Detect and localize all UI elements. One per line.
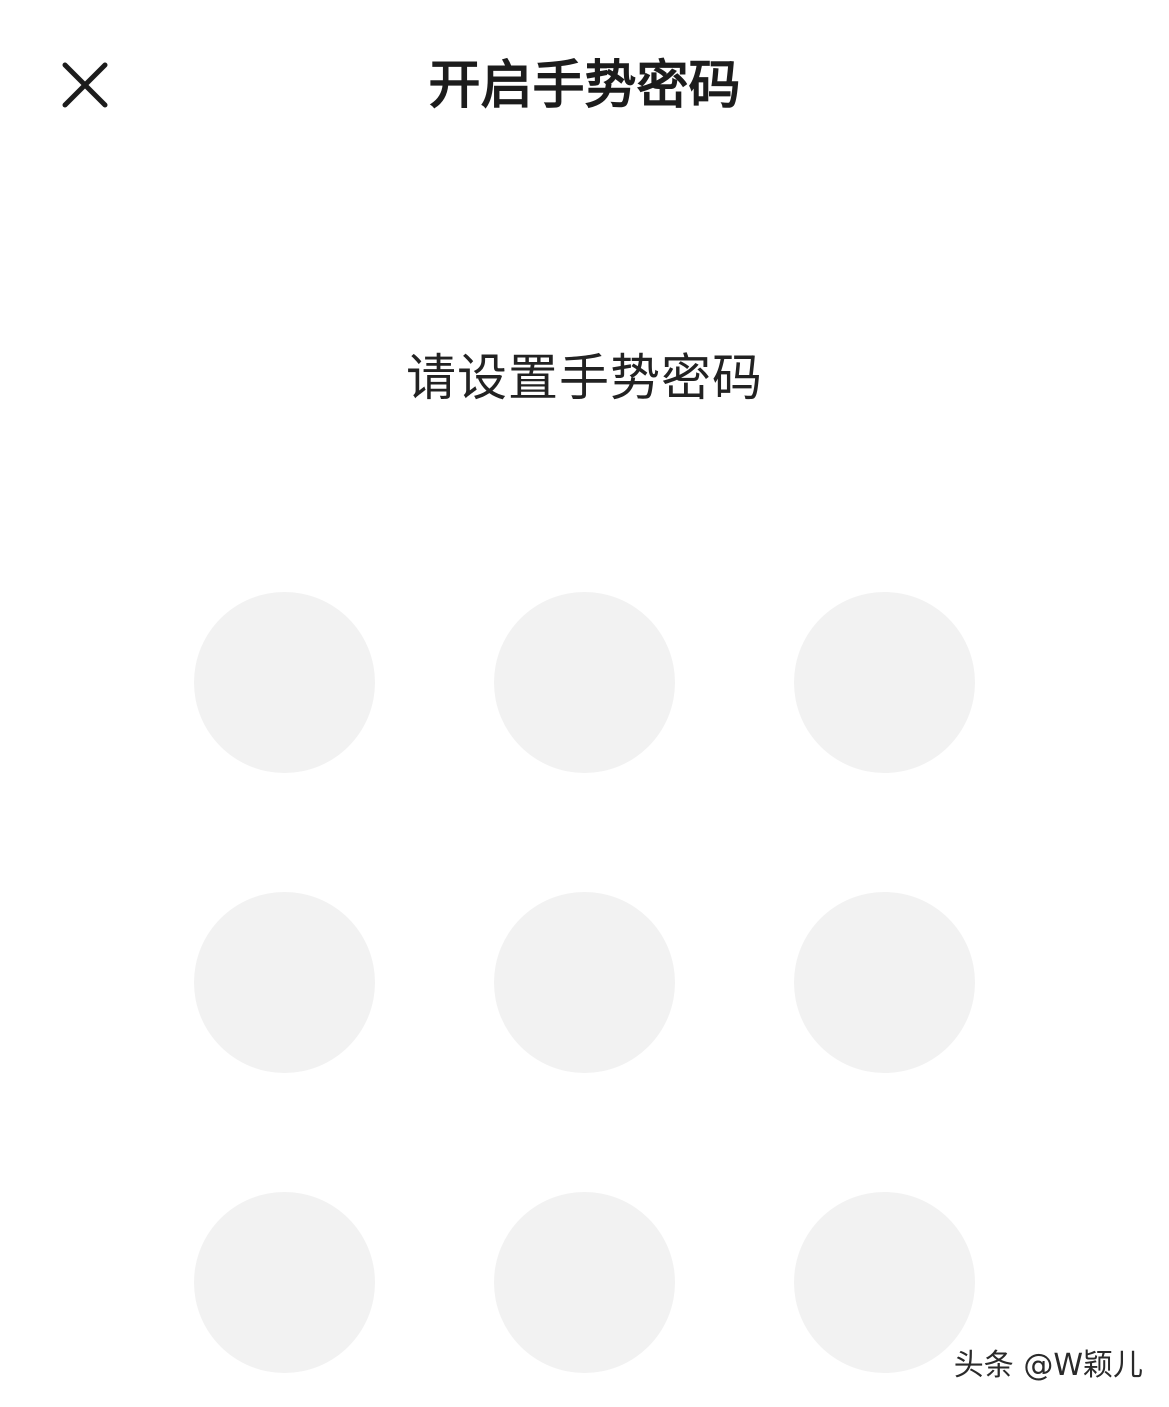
gesture-pattern-grid[interactable]	[194, 592, 975, 1373]
pattern-dot-2[interactable]	[494, 592, 675, 773]
pattern-dot-8[interactable]	[494, 1192, 675, 1373]
pattern-dot-9[interactable]	[794, 1192, 975, 1373]
pattern-dot-5[interactable]	[494, 892, 675, 1073]
pattern-dot-4[interactable]	[194, 892, 375, 1073]
page-title: 开启手势密码	[428, 56, 741, 116]
pattern-dot-6[interactable]	[794, 892, 975, 1073]
gesture-prompt: 请设置手势密码	[406, 349, 763, 407]
pattern-dot-7[interactable]	[194, 1192, 375, 1373]
watermark: 头条 @W颖儿	[953, 1348, 1143, 1383]
pattern-dot-1[interactable]	[194, 592, 375, 773]
pattern-dot-3[interactable]	[794, 592, 975, 773]
